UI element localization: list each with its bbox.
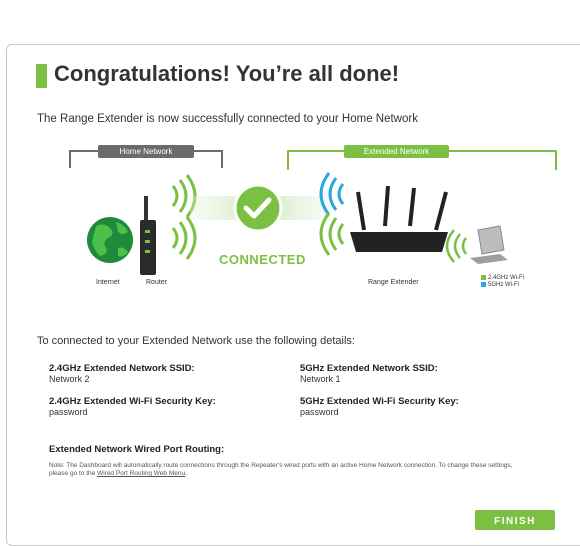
router-icon — [140, 196, 156, 275]
key-5ghz-field: 5GHz Extended Wi-Fi Security Key: passwo… — [300, 396, 459, 417]
finish-button[interactable]: FINISH — [475, 510, 555, 530]
key-24ghz-value: password — [49, 407, 88, 417]
ssid-5ghz-field: 5GHz Extended Network SSID: Network 1 — [300, 363, 438, 384]
globe-icon — [87, 217, 133, 263]
extended-network-label: Extended Network — [344, 145, 449, 158]
connection-status: CONNECTED — [219, 252, 306, 267]
key-5ghz-value: password — [300, 407, 339, 417]
laptop-wifi-waves-icon — [445, 229, 468, 263]
legend-swatch — [481, 282, 486, 288]
check-circle-icon — [233, 183, 283, 233]
legend-item-5ghz: 5GHz Wi-Fi — [481, 282, 524, 289]
ssid-24ghz-value: Network 2 — [49, 374, 90, 384]
internet-label: Internet — [96, 279, 120, 286]
legend-item-24ghz: 2.4GHz Wi-Fi — [481, 275, 524, 282]
home-network-label: Home Network — [98, 145, 194, 158]
ssid-5ghz-value: Network 1 — [300, 374, 341, 384]
range-extender-icon — [350, 185, 448, 252]
wifi-legend: 2.4GHz Wi-Fi 5GHz Wi-Fi — [481, 275, 524, 289]
details-intro-text: To connected to your Extended Network us… — [37, 335, 355, 347]
wired-port-routing-note: Note: The Dashboard will automatically r… — [49, 462, 513, 477]
laptop-icon — [470, 225, 508, 264]
ssid-24ghz-field: 2.4GHz Extended Network SSID: Network 2 — [49, 363, 195, 384]
legend-swatch — [481, 275, 486, 280]
range-extender-label: Range Extender — [368, 279, 419, 286]
wired-port-routing-link[interactable]: Wired Port Routing Web Menu — [97, 470, 185, 477]
key-24ghz-field: 2.4GHz Extended Wi-Fi Security Key: pass… — [49, 396, 216, 417]
router-label: Router — [146, 279, 168, 286]
wired-port-routing-heading: Extended Network Wired Port Routing: — [49, 444, 225, 455]
